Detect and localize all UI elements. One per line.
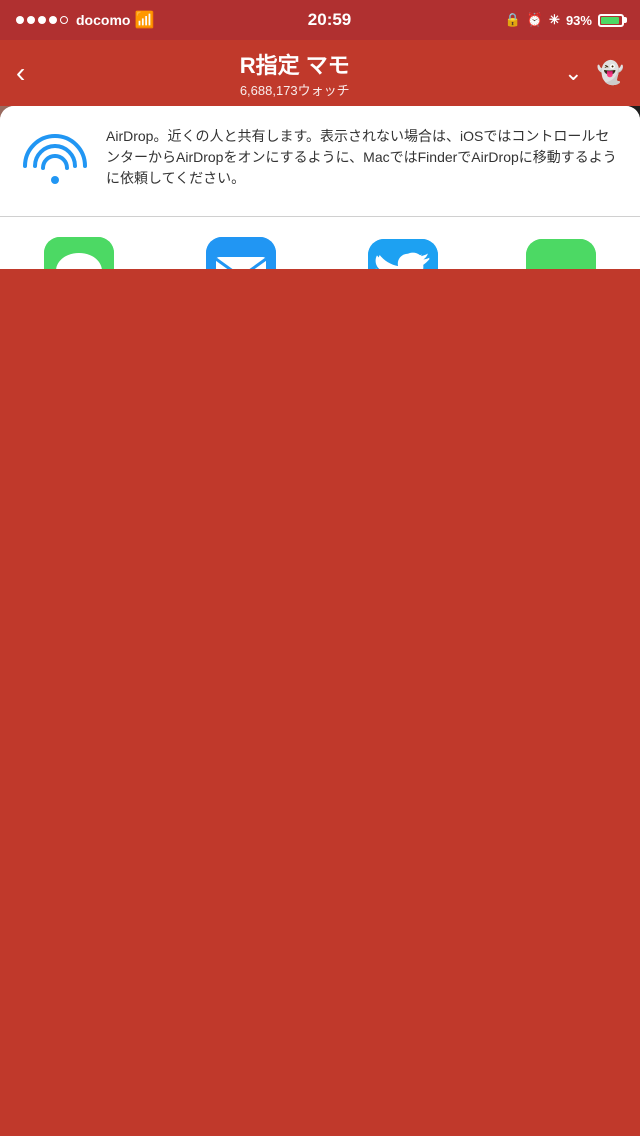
share-app-mail[interactable]: メールで送信 — [202, 237, 280, 269]
battery-percent: 93% — [566, 13, 592, 28]
battery-fill — [601, 17, 619, 24]
bluetooth-icon: ✳ — [549, 12, 560, 28]
battery-icon — [598, 14, 624, 27]
header: ‹ R指定 マモ 6,688,173ウォッチ ⌄ 👻 — [0, 40, 640, 106]
alarm-icon: ⏰ — [527, 12, 543, 28]
share-sheet-overlay: AirDrop。近くの人と共有します。表示されない場合は、iOSではコントロール… — [0, 106, 640, 269]
header-title-main: R指定 マモ — [240, 48, 350, 80]
header-title-block: R指定 マモ 6,688,173ウォッチ — [240, 48, 350, 99]
dot-1 — [16, 16, 24, 24]
header-subtitle: 6,688,173ウォッチ — [240, 80, 350, 99]
airdrop-section: AirDrop。近くの人と共有します。表示されない場合は、iOSではコントロール… — [0, 106, 640, 217]
header-icons: ⌄ 👻 — [564, 60, 624, 86]
airdrop-description: AirDrop。近くの人と共有します。表示されない場合は、iOSではコントロール… — [106, 126, 620, 189]
share-sheet: AirDrop。近くの人と共有します。表示されない場合は、iOSではコントロール… — [0, 106, 640, 269]
share-apps-row: メッセージ メールで送信 — [0, 217, 640, 269]
dot-2 — [27, 16, 35, 24]
lock-icon: 🔒 — [505, 12, 521, 28]
back-button[interactable]: ‹ — [16, 57, 25, 89]
status-bar: docomo 📶 20:59 🔒 ⏰ ✳ 93% — [0, 0, 640, 40]
share-app-line[interactable]: LINE LINE — [526, 239, 596, 269]
share-app-messages[interactable]: メッセージ — [44, 237, 114, 269]
dot-3 — [38, 16, 46, 24]
signal-dots — [16, 16, 68, 24]
status-right: 🔒 ⏰ ✳ 93% — [505, 12, 624, 28]
dot-4 — [49, 16, 57, 24]
mail-icon — [206, 237, 276, 269]
share-app-twitter[interactable]: Twitter — [368, 239, 438, 269]
chevron-down-icon[interactable]: ⌄ — [564, 60, 582, 86]
status-left: docomo 📶 — [16, 10, 154, 30]
carrier-label: docomo — [76, 12, 130, 28]
twitter-icon — [368, 239, 438, 269]
svg-text:LINE: LINE — [536, 265, 586, 269]
wifi-icon: 📶 — [134, 10, 154, 30]
dot-5 — [60, 16, 68, 24]
airdrop-icon — [20, 126, 90, 196]
status-time: 20:59 — [308, 10, 351, 30]
ghost-icon[interactable]: 👻 — [597, 60, 624, 86]
line-icon: LINE — [526, 239, 596, 269]
messages-icon — [44, 237, 114, 269]
content-area: 舞♡*° なんかあったかそうやなあ（笑） マモ(14) 03:44 — [0, 106, 640, 269]
